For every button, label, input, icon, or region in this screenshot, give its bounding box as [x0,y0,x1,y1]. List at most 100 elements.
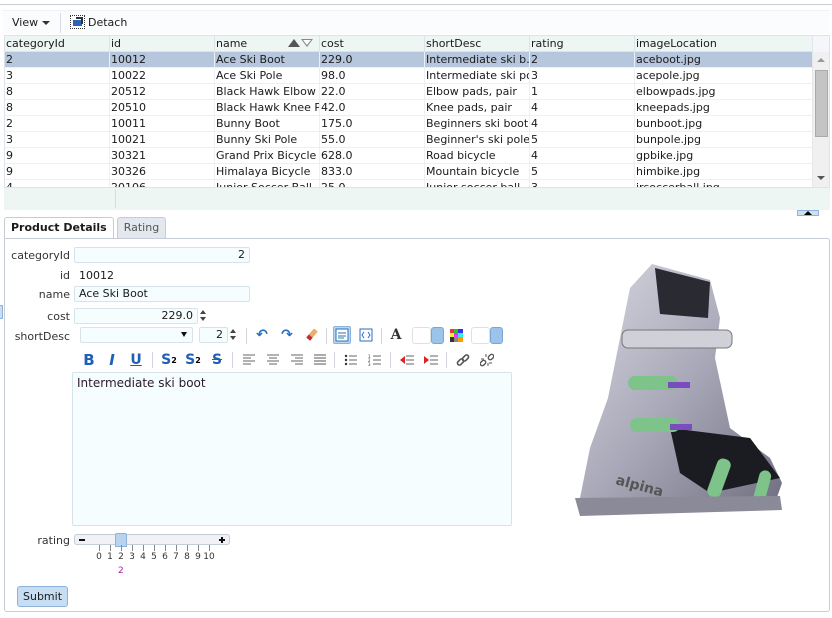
font-size-spinner[interactable] [230,328,238,342]
unlink-icon[interactable] [478,351,496,369]
table-cell-shortDesc: Knee pads, pair [425,100,530,116]
table-cell-name: Ace Ski Pole [215,68,320,84]
table-cell-imageLocation: aceboot.jpg [636,53,701,66]
bold-icon[interactable]: B [80,351,98,369]
undo-icon[interactable]: ↶ [253,326,271,344]
source-mode-icon[interactable] [357,326,375,344]
slider-tick-label: 4 [140,552,146,562]
column-header-cost[interactable]: cost [320,36,425,52]
table-row[interactable]: 3 10022 Ace Ski Pole 98.0 Intermediate ski p… [5,68,813,84]
align-center-icon[interactable] [264,351,282,369]
bulleted-list-icon[interactable] [342,351,360,369]
decrement-icon[interactable] [230,336,236,340]
table-vertical-scrollbar[interactable] [812,36,829,187]
table-row[interactable]: 9 30321 Grand Prix Bicycle 628.0 Road bicycl… [5,148,813,164]
column-header-rating[interactable]: rating [530,36,635,52]
table-cell-cost: 833.0 [320,164,425,180]
table-cell-name: Ace Ski Boot [215,52,320,68]
sort-descending-icon[interactable] [301,39,313,47]
decrease-icon[interactable] [79,539,85,541]
indent-icon[interactable] [422,351,440,369]
slider-tick-label: 8 [184,552,190,562]
background-color-swatch[interactable] [471,327,490,344]
table-cell-rating: 5 [530,164,635,180]
cost-spinner[interactable] [200,309,208,323]
categoryId-input[interactable]: 2 [74,247,250,263]
background-color-icon[interactable] [447,326,465,344]
slider-tick-label: 10 [203,552,215,562]
increment-icon[interactable] [230,329,236,333]
superscript-icon[interactable]: S2 [184,351,202,369]
outdent-icon[interactable] [398,351,416,369]
italic-icon[interactable]: I [103,351,121,369]
scroll-up-icon[interactable] [817,58,825,62]
table-row[interactable]: 2 10011 Bunny Boot 175.0 Beginners ski boot 4… [5,116,813,132]
rich-mode-icon[interactable] [333,326,351,344]
table-cell-imageLocation: acepole.jpg [636,69,700,82]
link-icon[interactable] [454,351,472,369]
shortDesc-label: shortDesc [14,330,70,343]
column-header-categoryId[interactable]: categoryId [5,36,110,52]
table-cell-cost: 22.0 [320,84,425,100]
underline-icon[interactable]: U [127,351,145,369]
toolbar-separator [381,328,382,344]
column-header-label: rating [531,37,564,50]
text-color-swatch[interactable] [412,327,431,344]
column-header-id[interactable]: id [110,36,215,52]
detach-button[interactable]: Detach [70,15,127,29]
shortDesc-rich-text-editor[interactable]: Intermediate ski boot [72,372,512,526]
tab-product-details[interactable]: Product Details [4,217,114,239]
column-header-name[interactable]: name [215,36,320,52]
increment-icon[interactable] [200,310,206,314]
table-row[interactable]: 3 10021 Bunny Ski Pole 55.0 Beginner's ski p… [5,132,813,148]
table-row[interactable]: 4 20106 Junior Soccer Ball 25.0 Junior socce… [5,180,813,187]
scroll-down-icon[interactable] [817,176,825,180]
table-row[interactable]: 8 20512 Black Hawk Elbow … 22.0 Elbow pads, … [5,84,813,100]
slider-tick [165,545,166,551]
table-row[interactable]: 820510Black Hawk Knee P…42.0Knee pads, p… [5,100,813,116]
table-cell-name: Bunny Ski Pole [215,132,320,148]
submit-button[interactable]: Submit [17,586,68,607]
top-divider [0,4,832,5]
view-menu-button[interactable]: View [12,16,51,29]
table-row[interactable]: 9 30326 Himalaya Bicycle 833.0 Mountain bicy… [5,164,813,180]
text-color-icon[interactable]: A [387,326,405,344]
table-cell-rating: 4 [530,148,635,164]
cost-label: cost [47,310,70,323]
scrollbar-thumb[interactable] [815,70,828,137]
collapse-panel-button[interactable] [797,210,819,216]
toolbar-separator [334,352,335,368]
background-color-dropdown-icon[interactable] [490,327,503,344]
font-size-input[interactable]: 2 [199,327,228,343]
column-header-imageLocation[interactable]: imageLocation [635,36,813,52]
font-family-dropdown-icon[interactable] [181,332,187,337]
table-cell-rating: 4 [530,116,635,132]
align-left-icon[interactable] [240,351,258,369]
splitter-handle[interactable] [0,305,3,319]
cost-input[interactable]: 229.0 [74,308,198,324]
column-header-shortDesc[interactable]: shortDesc [425,36,530,52]
table-cell-shortDesc: Beginners ski boot [426,116,530,132]
table-cell-categoryId: 3 [5,68,110,84]
table-row[interactable]: 2 10012 Ace Ski Boot 229.0 Intermediate ski … [5,52,813,68]
numbered-list-icon[interactable]: 123 [366,351,384,369]
column-header-label: id [111,37,122,50]
text-color-dropdown-icon[interactable] [431,327,444,344]
name-input[interactable]: Ace Ski Boot [74,286,250,302]
table-cell-shortDesc: Elbow pads, pair [425,84,530,100]
tab-rating[interactable]: Rating [116,217,167,238]
eraser-icon[interactable] [302,326,320,344]
redo-icon[interactable]: ↷ [278,326,296,344]
sort-ascending-icon[interactable] [288,39,300,47]
justify-icon[interactable] [311,351,329,369]
slider-tick [187,545,188,551]
table-cell-name: Himalaya Bicycle [215,164,320,180]
strikethrough-icon[interactable]: S [208,351,226,369]
align-right-icon[interactable] [288,351,306,369]
slider-tick-label: 6 [162,552,168,562]
table-cell-id: 10022 [110,68,215,84]
decrement-icon[interactable] [200,317,206,321]
font-family-select[interactable] [80,327,193,343]
rating-slider[interactable] [74,533,230,547]
subscript-icon[interactable]: S2 [160,351,178,369]
